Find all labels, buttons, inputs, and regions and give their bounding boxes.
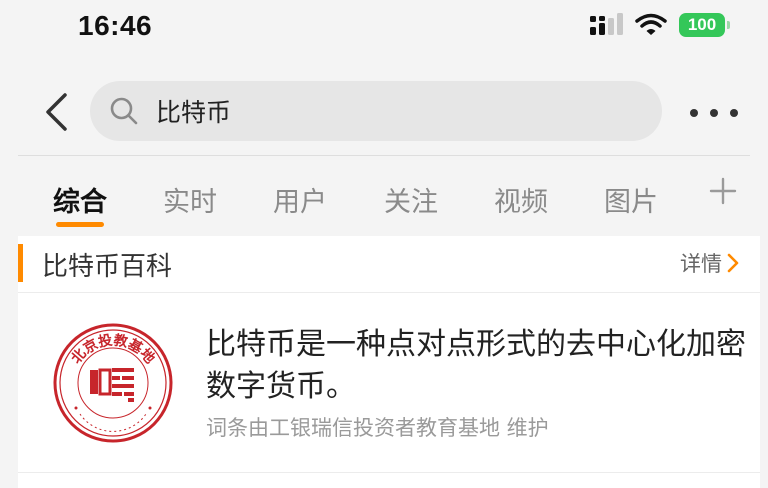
tab-images[interactable]: 图片 — [604, 180, 658, 219]
signal-icon — [590, 13, 623, 35]
active-tab-indicator — [56, 222, 104, 227]
entry-description: 比特币是一种点对点形式的去中心化加密数字货币。 — [206, 327, 746, 404]
more-button[interactable] — [690, 98, 738, 128]
chevron-left-icon — [46, 93, 67, 131]
search-input[interactable]: 比特币 — [90, 81, 662, 141]
more-dot — [710, 109, 718, 117]
more-dot — [730, 109, 738, 117]
card-header-divider — [18, 292, 760, 293]
battery-icon: 100 — [679, 13, 730, 37]
detail-label: 详情 — [680, 252, 722, 276]
more-dots-icon — [690, 109, 698, 117]
back-button[interactable] — [36, 90, 76, 134]
wifi-icon — [635, 13, 667, 35]
status-icons: 100 — [589, 13, 730, 37]
search-nav-bar: 比特币 — [0, 72, 768, 152]
battery-tip — [727, 21, 730, 29]
tab-realtime[interactable]: 实时 — [163, 180, 217, 219]
encyclopedia-card: 比特币百科 详情 北京投教基地 比特币是一种点对点形式的去中心化加密数字货币。 … — [18, 236, 760, 488]
card-header: 比特币百科 详情 — [18, 236, 760, 292]
status-time: 16:46 — [78, 10, 153, 41]
search-icon — [108, 95, 140, 127]
search-query: 比特币 — [156, 98, 232, 127]
detail-link[interactable]: 详情 — [680, 248, 740, 278]
tab-videos[interactable]: 视频 — [494, 180, 548, 219]
battery-level: 100 — [679, 13, 725, 37]
plus-icon[interactable] — [708, 176, 738, 206]
tab-comprehensive[interactable]: 综合 — [53, 180, 107, 219]
tab-users[interactable]: 用户 — [273, 180, 327, 219]
result-tabs: 综合 实时 用户 关注 视频 图片 — [0, 156, 768, 236]
education-base-logo[interactable]: 北京投教基地 — [52, 322, 174, 444]
status-bar: 16:46 100 — [0, 0, 768, 56]
entry-source: 词条由工银瑞信投资者教育基地 维护 — [206, 416, 549, 440]
card-title: 比特币百科 — [42, 252, 173, 282]
accent-bar — [18, 244, 23, 282]
card-bottom-divider — [18, 472, 760, 473]
chevron-right-icon — [727, 253, 739, 273]
tab-following[interactable]: 关注 — [384, 180, 438, 219]
